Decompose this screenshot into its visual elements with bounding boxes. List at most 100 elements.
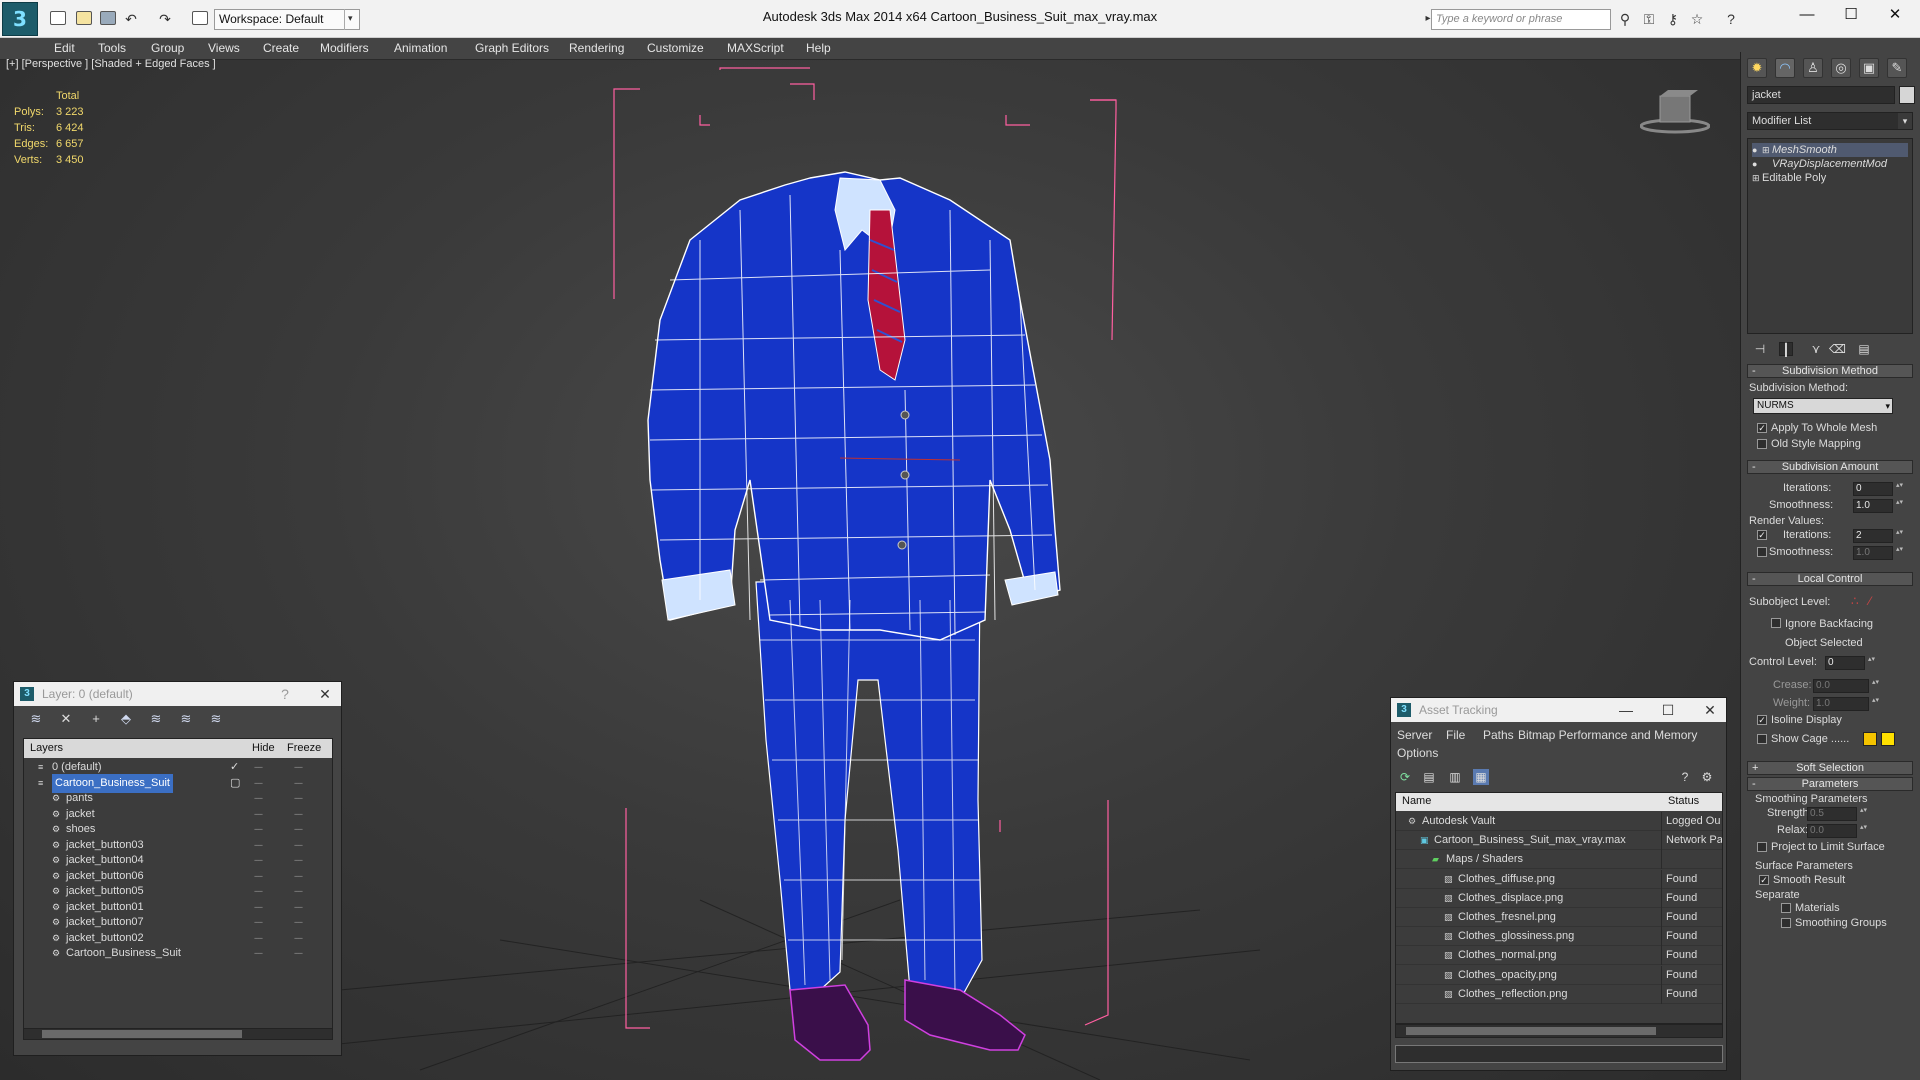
expand-icon[interactable]: ⊞ xyxy=(1762,143,1772,157)
cage-color-swatch-1[interactable] xyxy=(1863,732,1877,746)
stack-item-meshsmooth[interactable]: ● ⊞ MeshSmooth xyxy=(1752,143,1908,157)
iterations-spinner[interactable]: 0 xyxy=(1853,482,1904,496)
freeze-toggle[interactable]: ---- xyxy=(294,944,303,963)
motion-tab-icon[interactable]: ◎ xyxy=(1831,58,1851,78)
lightbulb-icon[interactable]: ● xyxy=(1752,157,1762,171)
smooth-result-checkbox[interactable]: ✓ xyxy=(1759,875,1769,885)
hierarchy-tab-icon[interactable]: ♙ xyxy=(1803,58,1823,78)
isoline-display-checkbox[interactable]: ✓ xyxy=(1757,715,1767,725)
refresh-icon[interactable]: ⟳ xyxy=(1397,769,1413,785)
delete-layer-icon[interactable]: ✕ xyxy=(58,711,74,727)
highlight-layer-icon[interactable]: ≋ xyxy=(148,711,164,727)
maximize-button[interactable]: ☐ xyxy=(1828,0,1874,32)
menu-graph-editors[interactable]: Graph Editors xyxy=(475,41,549,55)
object-color-swatch[interactable] xyxy=(1899,86,1915,104)
asset-row[interactable]: ▧ Clothes_displace.png Found xyxy=(1396,888,1722,908)
relax-spinner[interactable]: 0.0 xyxy=(1807,824,1868,838)
save-file-icon[interactable] xyxy=(100,11,116,25)
render-smoothness-checkbox[interactable] xyxy=(1757,547,1767,557)
workspace-dropdown-arrow[interactable]: ▾ xyxy=(344,9,359,30)
layer-horizontal-scrollbar[interactable] xyxy=(23,1028,333,1040)
rollout-parameters[interactable]: - Parameters xyxy=(1747,777,1913,791)
vertex-subobject-icon[interactable]: ∴ xyxy=(1851,594,1859,608)
stack-item-editable-poly[interactable]: ⊞ Editable Poly xyxy=(1752,171,1908,185)
cage-color-swatch-2[interactable] xyxy=(1881,732,1895,746)
asset-row[interactable]: ▧ Clothes_diffuse.png Found xyxy=(1396,869,1722,889)
rollout-local-control[interactable]: - Local Control xyxy=(1747,572,1913,586)
asset-menu-file[interactable]: File xyxy=(1446,728,1465,742)
viewcube-icon[interactable] xyxy=(1640,90,1710,135)
asset-row[interactable]: ▣ Cartoon_Business_Suit_max_vray.max Netwo… xyxy=(1396,831,1722,851)
menu-help[interactable]: Help xyxy=(806,41,831,55)
menu-modifiers[interactable]: Modifiers xyxy=(320,41,369,55)
scrollbar-thumb[interactable] xyxy=(42,1030,242,1038)
crease-spinner[interactable]: 0.0 xyxy=(1813,679,1880,693)
hide-all-layers-icon[interactable]: ≋ xyxy=(178,711,194,727)
utilities-tab-icon[interactable]: ✎ xyxy=(1887,58,1907,78)
menu-animation[interactable]: Animation xyxy=(394,41,447,55)
select-objects-icon[interactable]: ⬘ xyxy=(118,711,134,727)
col-status[interactable]: Status xyxy=(1668,795,1699,807)
rollout-subdivision-method[interactable]: - Subdivision Method xyxy=(1747,364,1913,378)
asset-menu-options[interactable]: Options xyxy=(1397,746,1438,760)
make-unique-icon[interactable]: ⋎ xyxy=(1809,342,1823,356)
asset-row[interactable]: ▧ Clothes_reflection.png Found xyxy=(1396,984,1722,1004)
materials-checkbox[interactable] xyxy=(1781,903,1791,913)
asset-window-titlebar[interactable]: 3 Asset Tracking — ☐ ✕ xyxy=(1391,698,1726,722)
asset-row[interactable]: ⚙ Autodesk Vault Logged Ou xyxy=(1396,812,1722,831)
col-freeze[interactable]: Freeze xyxy=(287,742,321,754)
control-level-spinner[interactable]: 0 xyxy=(1825,656,1876,670)
remove-modifier-icon[interactable]: ⌫ xyxy=(1829,342,1846,356)
create-tab-icon[interactable]: ✹ xyxy=(1747,58,1767,78)
maximize-icon[interactable]: ☐ xyxy=(1653,698,1683,722)
subdivision-method-select[interactable]: NURMS ▾ xyxy=(1753,398,1893,414)
favorites-star-icon[interactable]: ☆ xyxy=(1688,11,1706,27)
freeze-all-layers-icon[interactable]: ≋ xyxy=(208,711,224,727)
asset-row[interactable]: ▧ Clothes_opacity.png Found xyxy=(1396,965,1722,985)
modify-tab-icon[interactable]: ◠ xyxy=(1775,58,1795,78)
rollout-soft-selection[interactable]: + Soft Selection xyxy=(1747,761,1913,775)
add-to-layer-icon[interactable]: + xyxy=(88,711,104,727)
undo-icon[interactable]: ↶ xyxy=(122,11,140,27)
project-limit-checkbox[interactable] xyxy=(1757,842,1767,852)
minimize-button[interactable]: — xyxy=(1784,0,1830,32)
show-cage-checkbox[interactable] xyxy=(1757,734,1767,744)
tree-view-icon[interactable]: ▥ xyxy=(1447,769,1463,785)
create-layer-icon[interactable]: ≋ xyxy=(28,711,44,727)
menu-customize[interactable]: Customize xyxy=(647,41,704,55)
show-end-result-icon[interactable]: ┃ xyxy=(1779,342,1793,357)
app-logo[interactable]: 3 xyxy=(2,2,38,36)
redo-icon[interactable]: ↷ xyxy=(156,11,174,27)
close-icon[interactable]: ✕ xyxy=(1695,698,1725,722)
lightbulb-icon[interactable]: ● xyxy=(1752,143,1762,157)
table-view-icon[interactable]: ▦ xyxy=(1473,769,1489,785)
project-folder-icon[interactable] xyxy=(192,11,208,25)
menu-rendering[interactable]: Rendering xyxy=(569,41,624,55)
asset-menu-paths[interactable]: Paths xyxy=(1483,728,1514,742)
list-view-icon[interactable]: ▤ xyxy=(1421,769,1437,785)
strength-spinner[interactable]: 0.5 xyxy=(1807,807,1868,821)
new-file-icon[interactable] xyxy=(50,11,66,25)
pin-stack-icon[interactable]: ⊣ xyxy=(1753,342,1767,356)
edge-subobject-icon[interactable]: ⁄ xyxy=(1869,594,1871,608)
settings-icon[interactable]: ⚙ xyxy=(1699,769,1715,785)
stack-item-vraydisplacement[interactable]: ● VRayDisplacementMod xyxy=(1752,157,1908,171)
smoothness-spinner[interactable]: 1.0 xyxy=(1853,499,1904,513)
modifier-list-dropdown[interactable]: Modifier List ▾ xyxy=(1747,112,1913,130)
menu-edit[interactable]: Edit xyxy=(54,41,75,55)
rollout-subdivision-amount[interactable]: - Subdivision Amount xyxy=(1747,460,1913,474)
col-name[interactable]: Name xyxy=(1402,795,1431,807)
menu-group[interactable]: Group xyxy=(151,41,184,55)
render-iterations-spinner[interactable]: 2 xyxy=(1853,529,1904,543)
render-iterations-checkbox[interactable]: ✓ xyxy=(1757,530,1767,540)
help-icon[interactable]: ? xyxy=(1677,769,1693,785)
minimize-icon[interactable]: — xyxy=(1611,698,1641,722)
smoothing-groups-checkbox[interactable] xyxy=(1781,918,1791,928)
configure-modifier-sets-icon[interactable]: ▤ xyxy=(1857,342,1871,356)
binoculars-icon[interactable]: ⚲ xyxy=(1616,11,1634,27)
layer-window-titlebar[interactable]: 3 Layer: 0 (default) ? ✕ xyxy=(14,682,341,706)
hide-toggle[interactable]: ---- xyxy=(254,944,263,963)
asset-horizontal-scrollbar[interactable] xyxy=(1395,1024,1723,1038)
asset-row[interactable]: ▰ Maps / Shaders xyxy=(1396,850,1722,870)
expand-icon[interactable]: ⊞ xyxy=(1752,171,1762,185)
